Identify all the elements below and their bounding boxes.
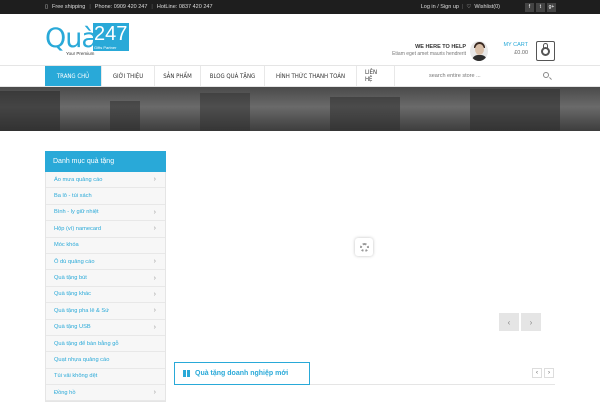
section-arrows: ‹ › [532,368,554,378]
section-next-button[interactable]: › [544,368,554,378]
phone-text: Phone: 0909 420 247 [94,4,148,10]
sidebar-item[interactable]: Quà tặng bút › [46,270,165,287]
section-tab[interactable]: Quà tặng doanh nghiệp mới [174,362,310,385]
sidebar-item[interactable]: Áo mưa quảng cáo › [46,172,165,189]
sidebar-item[interactable]: Ba lô - túi xách [46,188,165,205]
facebook-icon[interactable]: f [525,2,534,12]
nav-item-home[interactable]: TRANG CHỦ [45,66,102,86]
sidebar-item-label: Quà tặng pha lê & Sứ [54,307,110,314]
sidebar-item-label: Quà tặng khác [54,291,91,298]
phone-icon: ▯ [45,4,49,10]
sidebar-item[interactable]: Đồng hồ › [46,385,165,402]
sidebar-item-label: Đồng hồ [54,389,76,396]
nav-item-products[interactable]: SẢN PHẨM [155,66,201,86]
sidebar-item[interactable]: Ô dù quảng cáo › [46,254,165,271]
page-banner [0,87,600,131]
sidebar-item[interactable]: Quà tặng để bàn bằng gỗ [46,336,165,353]
cart-total: £0.00 [514,50,528,56]
sidebar-title: Danh mục quà tặng [45,151,166,172]
slider-prev-button[interactable]: ‹ [499,313,519,331]
heart-icon: ♡ [466,4,472,10]
hotline-text: HotLine: 0837 420 247 [156,4,213,10]
top-bar: ▯ Free shipping | Phone: 0909 420 247 | … [0,0,600,14]
chevron-right-icon: › [153,176,156,184]
sidebar-item[interactable]: Móc khóa [46,238,165,254]
sidebar-item-label: Ô dù quảng cáo [54,258,95,265]
sidebar-item-label: Quà tặng bút [54,275,87,282]
divider: | [151,4,153,10]
search-input[interactable] [429,73,529,79]
chevron-right-icon: › [153,389,156,397]
free-shipping-text: Free shipping [52,4,86,10]
twitter-icon[interactable]: t [536,2,545,12]
new-products-section: Quà tặng doanh nghiệp mới ‹ › [174,362,555,385]
site-header: Quà 247 Your Premium Gifts Partner WE HE… [0,14,600,65]
main-nav: TRANG CHỦ GIỚI THIỆU SẢN PHẨM BLOG QUÀ T… [0,65,600,87]
category-list: Áo mưa quảng cáo › Ba lô - túi xách Bình … [45,172,166,402]
sidebar-item-label: Bình - ly giữ nhiệt [54,209,99,216]
sidebar-item[interactable]: Quà tặng khác › [46,287,165,304]
sidebar-item[interactable]: Túi vải không dệt [46,369,165,386]
logo-tagline-left: Your Premium [66,51,95,56]
site-logo[interactable]: Quà 247 Your Premium Gifts Partner [45,21,129,57]
sidebar-item-label: Áo mưa quảng cáo [54,176,103,183]
google-plus-icon[interactable]: g+ [547,2,556,12]
search-box [429,66,555,86]
chevron-right-icon: › [153,258,156,266]
sidebar-item[interactable]: Quà tặng pha lê & Sứ › [46,303,165,320]
sidebar-item-label: Túi vải không dệt [54,373,98,380]
logo-number: 247 [94,23,128,45]
sidebar-item-label: Quạt nhựa quảng cáo [54,356,110,363]
nav-item-about[interactable]: GIỚI THIỆU [102,66,155,86]
support-avatar [470,41,488,61]
sidebar-item[interactable]: Hộp (ví) namecard › [46,221,165,238]
cart-label: MY CART [503,42,528,48]
chevron-right-icon: › [153,323,156,331]
sidebar-item[interactable]: Quạt nhựa quảng cáo [46,352,165,369]
sidebar-item-label: Ba lô - túi xách [54,193,92,200]
sidebar-item[interactable]: Bình - ly giữ nhiệt › [46,205,165,222]
section-title: Quà tặng doanh nghiệp mới [195,370,289,377]
divider: | [89,4,91,10]
social-links: f t g+ [525,2,556,12]
shopping-bag-icon[interactable] [536,41,555,61]
sidebar-item-label: Quà tặng USB [54,324,91,331]
sidebar-item[interactable]: Quà tặng USB › [46,320,165,336]
spinner-icon [359,242,369,252]
category-sidebar: Danh mục quà tặng Áo mưa quảng cáo › Ba l… [45,151,166,402]
logo-tagline-right: Gifts Partner [94,45,117,50]
nav-item-payment[interactable]: HÌNH THỨC THANH TOÁN [265,66,357,86]
chevron-right-icon: › [153,225,156,233]
gift-icon [183,370,190,377]
cart-summary[interactable]: MY CART £0.00 [500,42,528,56]
chevron-right-icon: › [153,307,156,315]
search-icon[interactable] [543,72,549,78]
login-link[interactable]: Log in / Sign up [421,4,459,10]
nav-item-blog[interactable]: BLOG QUÀ TẶNG [201,66,265,86]
sidebar-item-label: Móc khóa [54,242,79,249]
loading-spinner [355,238,373,256]
nav-item-contact[interactable]: LIÊN HỆ [357,66,395,86]
sidebar-item-label: Hộp (ví) namecard [54,225,102,232]
help-subtitle: Etiam eget amet mauris hendrerit [392,51,466,57]
section-prev-button[interactable]: ‹ [532,368,542,378]
help-title: WE HERE TO HELP [415,44,466,50]
chevron-right-icon: › [153,208,156,216]
wishlist-link[interactable]: Wishlist(0) [474,4,500,10]
chevron-right-icon: › [153,274,156,282]
chevron-right-icon: › [153,290,156,298]
sidebar-item-label: Quà tặng để bàn bằng gỗ [54,340,119,347]
help-block: WE HERE TO HELP Etiam eget amet mauris h… [373,44,466,57]
slider-next-button[interactable]: › [521,313,541,331]
divider: | [461,4,464,10]
